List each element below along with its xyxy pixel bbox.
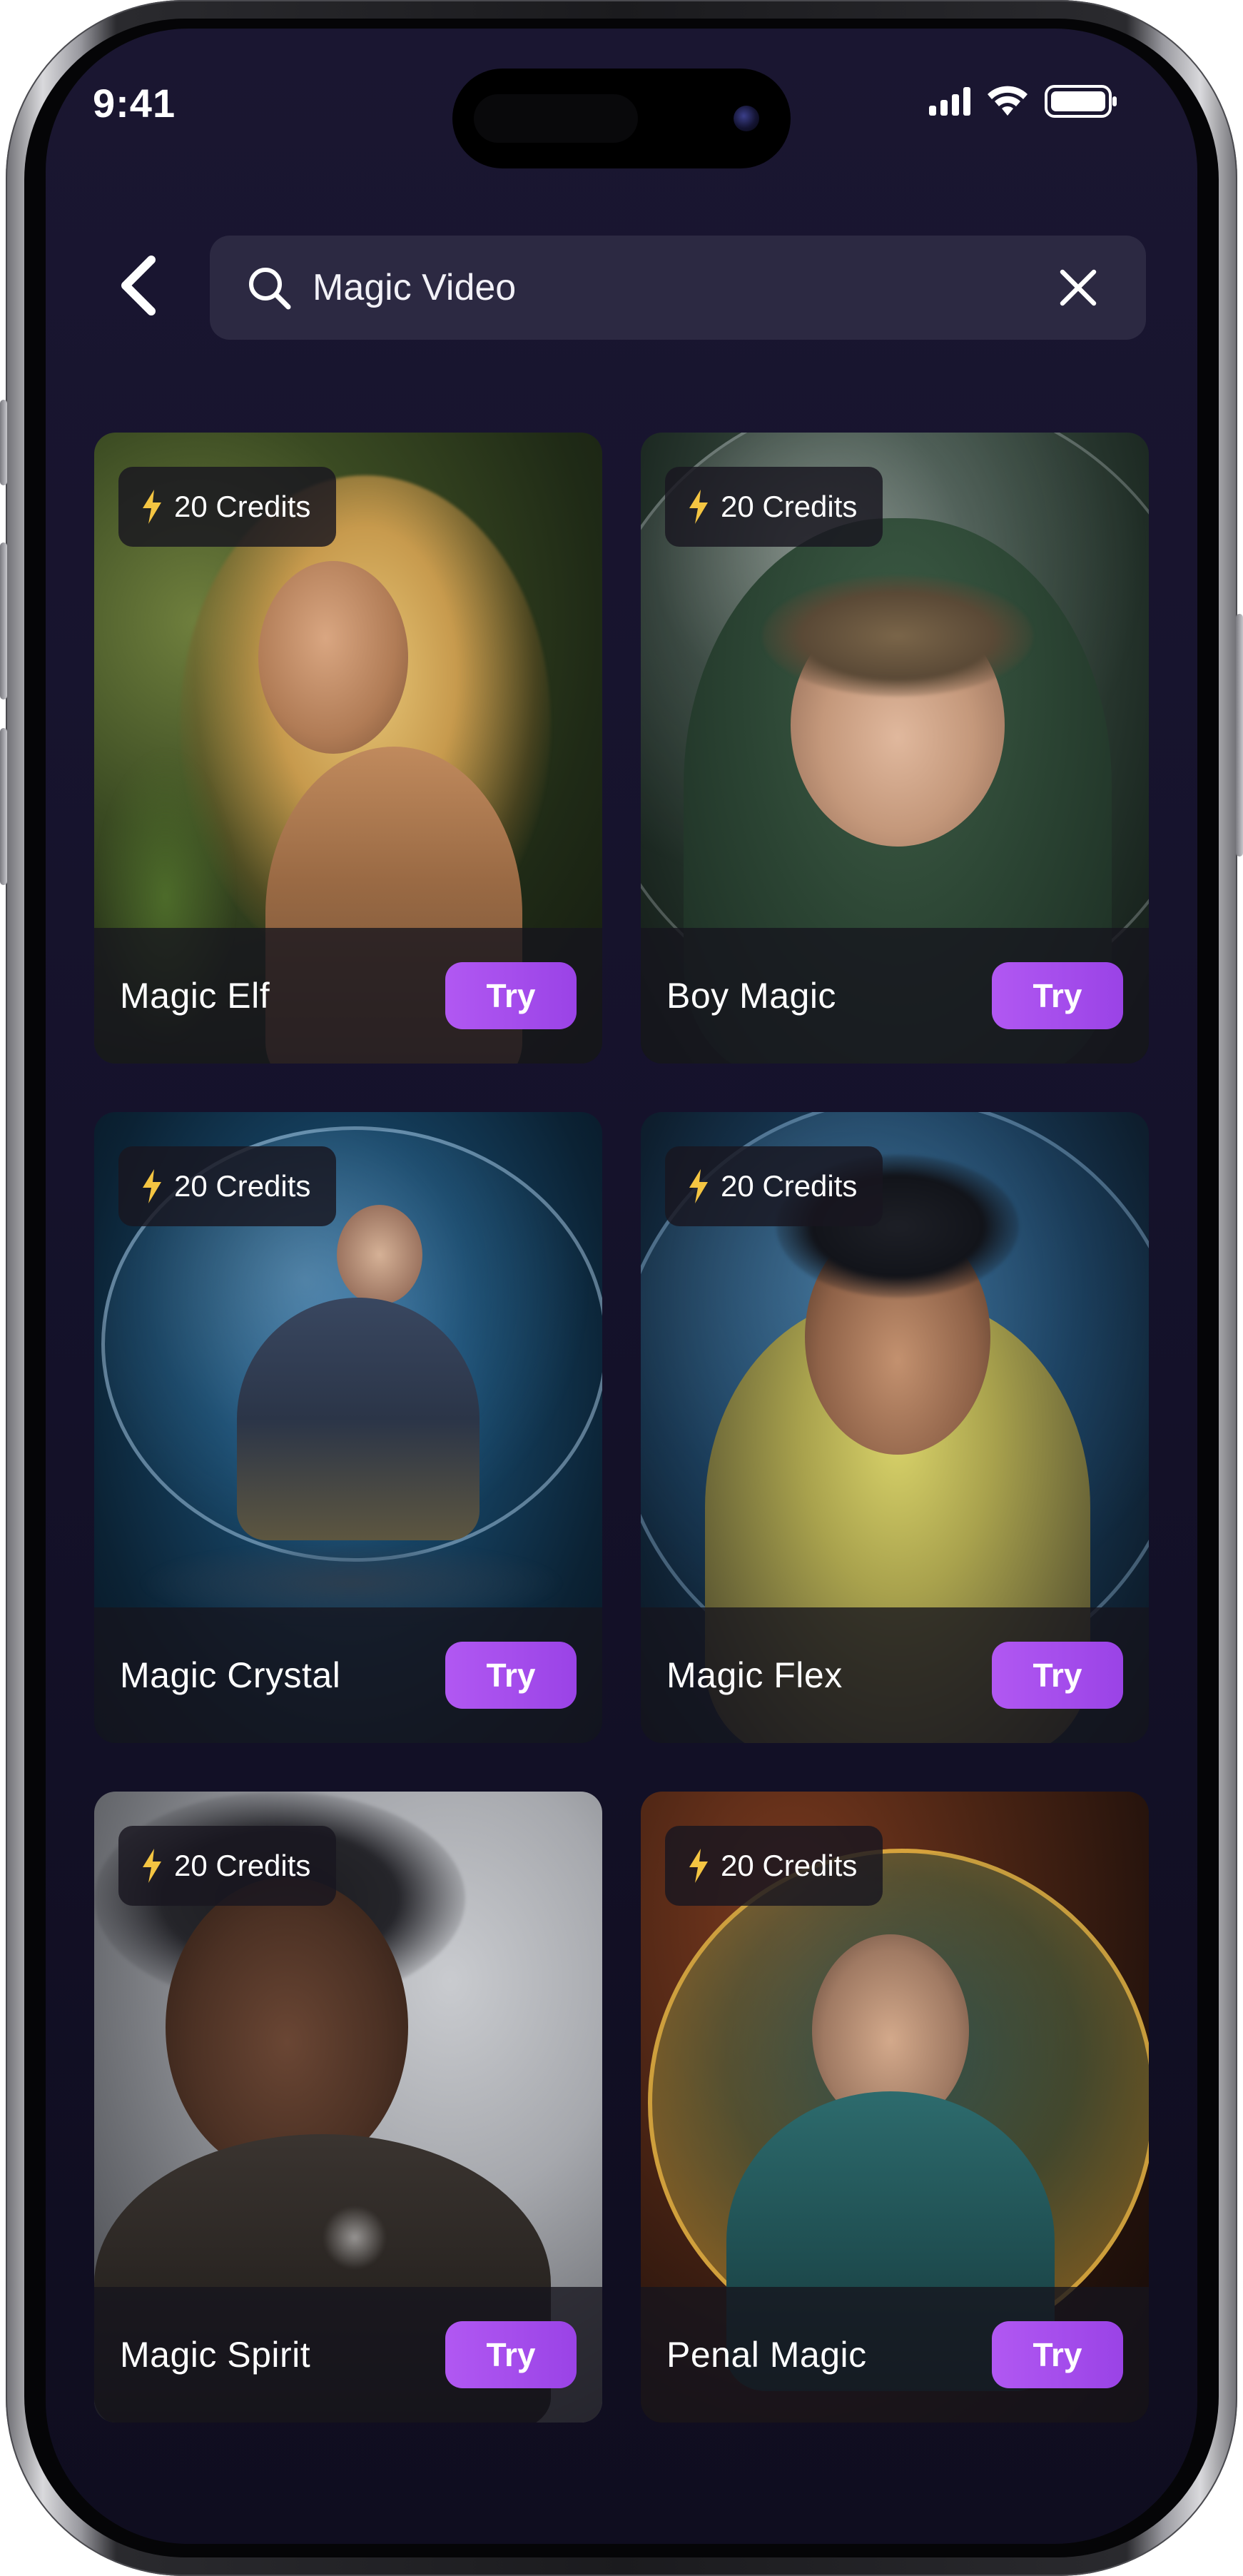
card-title: Boy Magic [666,976,836,1016]
lightning-bolt-icon [689,1169,708,1203]
credits-badge: 20 Credits [118,1826,337,1906]
try-button[interactable]: Try [992,2321,1123,2388]
effect-card[interactable]: 20 Credits Penal Magic Try [641,1792,1149,2423]
credits-label: 20 Credits [174,490,311,523]
cellular-signal-icon [929,87,970,116]
front-camera-icon [734,106,759,131]
effect-card[interactable]: 20 Credits Magic Flex Try [641,1112,1149,1743]
credits-label: 20 Credits [721,1169,858,1203]
side-button [0,400,7,485]
credits-label: 20 Credits [174,1169,311,1203]
credits-badge: 20 Credits [665,1146,883,1226]
side-button [0,542,7,699]
lightning-bolt-icon [143,490,161,524]
effect-card[interactable]: 20 Credits Magic Elf Try [94,433,602,1064]
card-title: Magic Spirit [120,2335,311,2375]
lightning-bolt-icon [143,1849,161,1883]
search-input[interactable] [313,266,998,309]
clear-search-button[interactable] [1053,263,1103,313]
lightning-bolt-icon [143,1169,161,1203]
island-sensor [474,94,638,143]
chevron-left-icon [121,256,156,315]
wifi-icon [988,86,1028,116]
status-indicators [929,84,1119,118]
side-button [1236,614,1243,857]
effect-card[interactable]: 20 Credits Magic Crystal Try [94,1112,602,1743]
dynamic-island [452,69,791,168]
card-title: Penal Magic [666,2335,867,2375]
lightning-bolt-icon [689,1849,708,1883]
card-title: Magic Elf [120,976,270,1016]
credits-badge: 20 Credits [665,467,883,547]
search-bar[interactable] [210,236,1146,340]
credits-badge: 20 Credits [118,1146,337,1226]
try-button[interactable]: Try [992,1642,1123,1709]
credits-badge: 20 Credits [118,467,337,547]
side-button [0,728,7,885]
try-button[interactable]: Try [445,962,577,1029]
search-icon [244,263,294,313]
try-button[interactable]: Try [445,1642,577,1709]
effect-card[interactable]: 20 Credits Boy Magic Try [641,433,1149,1064]
close-icon [1060,269,1097,306]
try-button[interactable]: Try [992,962,1123,1029]
card-title: Magic Crystal [120,1655,341,1695]
status-time: 9:41 [93,81,176,126]
credits-label: 20 Credits [721,1849,858,1882]
back-button[interactable] [103,243,174,328]
effect-card[interactable]: 20 Credits Magic Spirit Try [94,1792,602,2423]
card-title: Magic Flex [666,1655,843,1695]
home-indicator[interactable] [477,2512,768,2522]
credits-label: 20 Credits [721,490,858,523]
try-button[interactable]: Try [445,2321,577,2388]
credits-badge: 20 Credits [665,1826,883,1906]
app-screen: 9:41 Magic Video 20 Credits Magic Elf Tr… [46,29,1197,2544]
battery-icon [1045,85,1117,118]
lightning-bolt-icon [689,490,708,524]
credits-label: 20 Credits [174,1849,311,1882]
